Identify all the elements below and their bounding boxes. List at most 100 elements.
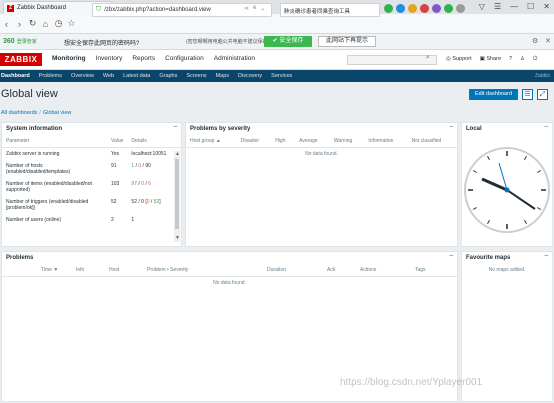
extension-icon[interactable] — [432, 4, 441, 13]
dashboard-list-icon[interactable]: ☰ — [522, 89, 533, 100]
scroll-up-icon[interactable]: ▲ — [175, 151, 180, 157]
column-information: Information — [364, 135, 408, 148]
no-data-message: No data found. — [213, 280, 246, 286]
gear-icon[interactable]: ⚙ — [532, 37, 538, 45]
widget-header: Problems by severity ··· — [186, 123, 457, 135]
column-host-group[interactable]: Host group ▲ — [186, 135, 237, 148]
user-profile-icon[interactable]: ♙ — [520, 56, 525, 63]
history-icon[interactable]: ◷ — [52, 18, 65, 29]
browser-search-input[interactable]: 肺炎确诊患者同乘查询工具 — [280, 3, 380, 17]
column-header: Parameter — [2, 135, 107, 148]
submenu-graphs[interactable]: Graphs — [159, 73, 177, 79]
submenu-discovery[interactable]: Discovery — [238, 73, 262, 79]
submenu-web[interactable]: Web — [103, 73, 114, 79]
column-header: Details — [127, 135, 181, 148]
breadcrumb-global-view[interactable]: Global view — [43, 110, 71, 116]
home-icon[interactable]: ⌂ — [39, 19, 52, 29]
breadcrumb-all-dashboards[interactable]: All dashboards — [1, 110, 37, 116]
no-data-message: No data found. — [305, 151, 338, 157]
forward-icon[interactable]: › — [13, 19, 26, 29]
submenu-overview[interactable]: Overview — [71, 73, 94, 79]
clock-center — [504, 187, 510, 193]
watermark: https://blog.csdn.net/Yplayer001 — [340, 377, 483, 388]
maximize-icon[interactable]: ☐ — [527, 1, 534, 13]
save-password-note: (密您哪哪用电脑公共电脑不建议保存) — [186, 39, 270, 45]
problems-table: Time ▼ Info Host Problem • Severity Dura… — [2, 264, 457, 277]
submenu-maps[interactable]: Maps — [216, 73, 229, 79]
submenu-dashboard[interactable]: Dashboard — [0, 73, 30, 79]
table-row: Zabbix server is running Yes localhost:1… — [6, 151, 167, 157]
save-password-question: 想安全保存此网页的密码吗? — [64, 41, 140, 47]
extension-icon[interactable] — [396, 4, 405, 13]
extension-icon[interactable] — [408, 4, 417, 13]
system-information-widget: System information ··· Parameter Value D… — [1, 122, 182, 247]
scroll-down-icon[interactable]: ▼ — [175, 235, 180, 241]
extension-icon[interactable] — [420, 4, 429, 13]
page-title: Global view — [1, 88, 58, 100]
support-link[interactable]: ◎ Support — [446, 56, 472, 63]
close-icon[interactable]: ✕ — [545, 37, 551, 45]
widget-header: Favourite maps ··· — [462, 252, 552, 264]
widget-header: System information ··· — [2, 123, 181, 135]
no-maps-message: No maps added. — [488, 267, 526, 273]
column-problem-severity[interactable]: Problem • Severity — [143, 264, 263, 277]
edit-dashboard-button[interactable]: Edit dashboard — [469, 89, 518, 100]
column-time[interactable]: Time ▼ — [37, 264, 72, 277]
extension-icon[interactable] — [384, 4, 393, 13]
minimize-icon[interactable]: — — [510, 1, 518, 13]
main-menu: Monitoring Inventory Reports Configurati… — [52, 55, 255, 62]
fullscreen-icon[interactable]: ⤢ — [537, 89, 548, 100]
widget-menu-icon[interactable]: ··· — [449, 253, 454, 260]
zabbix-logo[interactable]: ZABBIX — [0, 53, 42, 66]
reload-icon[interactable]: ↻ — [26, 18, 39, 29]
problems-by-severity-widget: Problems by severity ··· Host group ▲ Di… — [185, 122, 458, 247]
submenu-screens[interactable]: Screens — [186, 73, 206, 79]
ie-icon[interactable]: e — [253, 5, 256, 12]
column-warning: Warning — [329, 135, 365, 148]
column-host[interactable]: Host — [105, 264, 143, 277]
menu-administration[interactable]: Administration — [214, 55, 255, 62]
back-icon[interactable]: ‹ — [0, 19, 13, 29]
close-window-icon[interactable]: ✕ — [543, 1, 550, 13]
widget-menu-icon[interactable]: ··· — [544, 124, 549, 131]
menu-reports[interactable]: Reports — [132, 55, 155, 62]
breadcrumb: All dashboards / Global view — [1, 110, 72, 116]
sign-out-icon[interactable]: ⏻ — [533, 56, 537, 63]
widget-menu-icon[interactable]: ··· — [544, 253, 549, 260]
global-search-input[interactable] — [347, 55, 437, 65]
scrollbar-thumb[interactable] — [175, 159, 179, 229]
never-prompt-button[interactable]: 此网站下再提示 — [318, 36, 376, 47]
help-link[interactable]: ? — [509, 56, 512, 63]
submenu-services[interactable]: Services — [271, 73, 292, 79]
search-icon[interactable]: ⌕ — [426, 54, 430, 62]
zabbix-top-nav: ZABBIX Monitoring Inventory Reports Conf… — [0, 50, 554, 70]
widget-title: Favourite maps — [466, 255, 511, 261]
column-info: Info — [72, 264, 105, 277]
safe-save-button[interactable]: ✔ 安全保存 — [264, 36, 312, 47]
dropdown-icon[interactable]: ⌄ — [260, 5, 265, 12]
extension-icon[interactable] — [456, 4, 465, 13]
star-icon[interactable]: ☆ — [65, 18, 78, 29]
widget-title: Local — [466, 126, 482, 132]
widget-menu-icon[interactable]: ··· — [449, 124, 454, 131]
widget-header: Local ··· — [462, 123, 552, 135]
widget-menu-icon[interactable]: ··· — [173, 124, 178, 131]
column-not-classified: Not classified — [407, 135, 457, 148]
column-tags: Tags — [411, 264, 457, 277]
monitoring-submenu: Dashboard Problems Overview Web Latest d… — [0, 70, 554, 82]
favorites-icon[interactable]: ▽ — [479, 1, 485, 13]
column-header: Value — [107, 135, 128, 148]
submenu-latest-data[interactable]: Latest data — [123, 73, 150, 79]
widget-title: Problems — [6, 255, 34, 261]
menu-monitoring[interactable]: Monitoring — [52, 55, 86, 62]
share-icon[interactable]: ⋖ — [244, 5, 249, 12]
menu-inventory[interactable]: Inventory — [96, 55, 123, 62]
analog-clock — [464, 147, 550, 233]
menu-icon[interactable]: ☰ — [494, 1, 501, 13]
share-link[interactable]: ▣ Share — [480, 56, 501, 63]
browser-tabstrip: Z Zabbix Dashboard × + ▽ ☰ — ☐ ✕ — [0, 0, 554, 14]
submenu-problems[interactable]: Problems — [39, 73, 62, 79]
menu-configuration[interactable]: Configuration — [165, 55, 204, 62]
widget-scrollbar[interactable] — [174, 151, 180, 242]
extension-icon[interactable] — [444, 4, 453, 13]
